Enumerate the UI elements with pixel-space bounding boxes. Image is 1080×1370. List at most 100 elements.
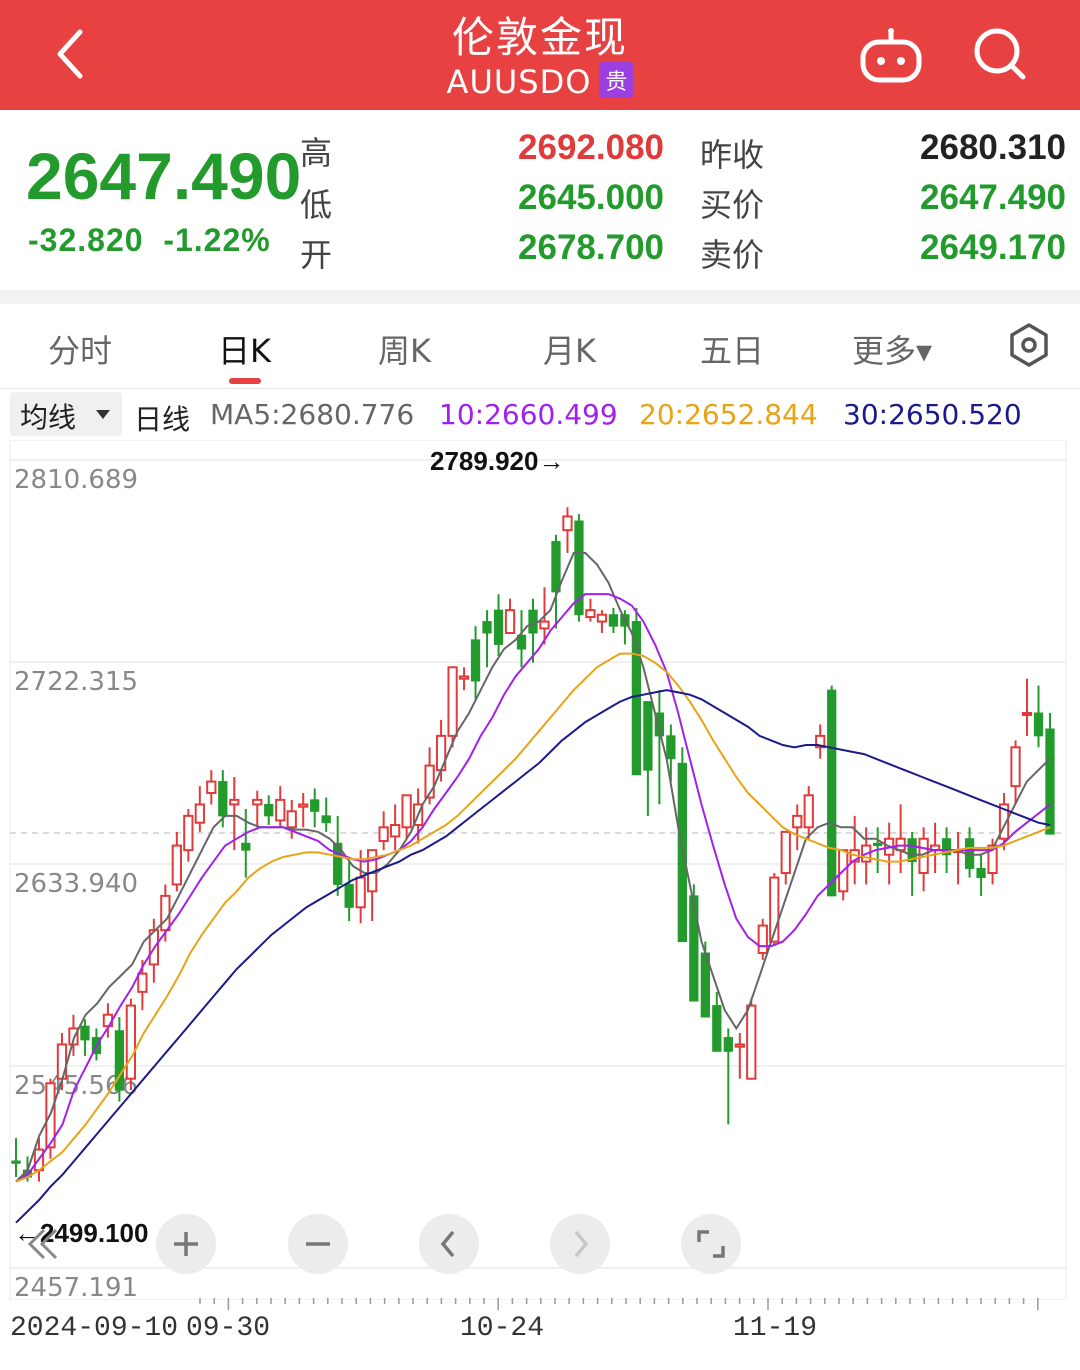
ma20-line [15, 652, 1051, 1183]
ask-value: 2649.170 [920, 228, 1066, 267]
candle-body-up [792, 814, 803, 829]
candle-body-down [470, 639, 481, 682]
plus-icon [174, 1232, 198, 1256]
candle-body-down [218, 781, 228, 817]
candle-body-up [596, 613, 608, 623]
collapse-button[interactable] [14, 1214, 74, 1274]
prev-close-value: 2680.310 [920, 128, 1066, 167]
candle-body-down [321, 815, 331, 824]
y-tick-label: 2810.689 [14, 465, 138, 495]
chevron-right-icon [574, 1230, 589, 1258]
candle-body-up [780, 830, 791, 875]
open-value: 2678.700 [518, 228, 664, 267]
candle-body-down [344, 883, 354, 908]
candle-body-up [355, 876, 366, 909]
candle-body-up [252, 798, 263, 806]
tab-five-day[interactable]: 五日 [700, 326, 764, 372]
zoom-out-button[interactable] [288, 1214, 348, 1274]
last-price: 2647.490 [26, 139, 302, 213]
candlestick-chart[interactable]: 2810.6892722.3152633.9402545.5662457.191… [0, 440, 1080, 1300]
candle-body-up [757, 924, 768, 955]
fullscreen-button[interactable] [681, 1214, 741, 1274]
candle-body-down [80, 1025, 90, 1041]
candle-body-down [608, 614, 619, 627]
section-divider [0, 290, 1080, 304]
prev-close-label: 昨收 [700, 136, 765, 174]
low-label: 低 [300, 186, 333, 224]
tab-weekly-k[interactable]: 周K [378, 326, 431, 372]
ma20-value: 20:2652.844 [639, 398, 818, 431]
bid-label: 买价 [700, 186, 765, 224]
y-tick-label: 2722.315 [14, 667, 138, 697]
settings-gear-icon[interactable] [1006, 322, 1052, 368]
price-change: -32.820 -1.22% [28, 222, 271, 259]
chevron-left-icon [440, 1230, 455, 1258]
candle-body-up [504, 609, 516, 635]
candle-body-down [310, 799, 320, 812]
change-percent: -1.22% [163, 222, 271, 258]
candle-body-up [458, 675, 470, 680]
candle-body-up [389, 824, 401, 838]
tab-monthly-k[interactable]: 月K [543, 326, 596, 372]
symbol-code: AUUSDO [446, 63, 592, 101]
high-label: 高 [300, 134, 333, 172]
pan-right-button[interactable] [550, 1214, 610, 1274]
minus-icon [306, 1242, 330, 1246]
bid-value: 2647.490 [920, 178, 1066, 217]
candle-body-up [803, 794, 814, 829]
candle-body-down [976, 867, 986, 879]
candle-body-up [401, 794, 412, 829]
candle-body-up [125, 1004, 137, 1080]
candle-body-up [160, 894, 171, 932]
candle-body-down [689, 895, 699, 1002]
candle-body-down [666, 735, 676, 760]
fullscreen-icon [697, 1230, 725, 1258]
candle-body-down [1033, 712, 1044, 737]
candle-body-up [137, 972, 148, 993]
candle-body-up [171, 844, 182, 886]
candle-body-down [264, 803, 274, 817]
candle-body-up [183, 814, 194, 852]
open-label: 开 [300, 236, 333, 274]
app-header: 伦敦金现 AUUSDO 贵 [0, 0, 1080, 110]
pan-left-button[interactable] [419, 1214, 479, 1274]
x-label-start: 2024-09-10 [10, 1313, 179, 1344]
ma10-line [15, 593, 1051, 1183]
candle-body-up [1021, 712, 1033, 717]
candle-body-down [712, 1005, 722, 1052]
tab-daily-k[interactable]: 日K [218, 326, 271, 372]
ask-label: 卖价 [700, 236, 765, 274]
ma30-line [15, 689, 1051, 1224]
candle-body-up [378, 826, 389, 843]
candle-body-down [1045, 728, 1055, 835]
candle-body-up [585, 609, 596, 619]
assistant-robot-icon[interactable] [858, 26, 924, 84]
candle-body-down [241, 842, 251, 851]
change-value: -32.820 [28, 222, 144, 258]
candle-body-up [447, 666, 458, 737]
active-tab-indicator [229, 378, 261, 384]
candle-body-up [194, 803, 205, 824]
tab-more[interactable]: 更多▾ [852, 326, 932, 372]
candle-body-down [643, 701, 653, 771]
x-label-1024: 10-24 [460, 1313, 545, 1344]
period-tabs: 分时 日K 周K 月K 五日 更多▾ [0, 304, 1080, 389]
candle-body-down [493, 609, 504, 645]
candle-body-up [1010, 746, 1021, 788]
ma30-value: 30:2650.520 [843, 398, 1022, 431]
tab-intraday[interactable]: 分时 [48, 326, 112, 372]
candle-body-down [827, 689, 837, 897]
search-icon[interactable] [970, 24, 1030, 84]
candle-body-up [734, 1043, 745, 1048]
plot-frame [9, 440, 1067, 1300]
category-badge: 贵 [599, 62, 634, 98]
ma-selector-button[interactable]: 均线 [10, 392, 122, 436]
candle-body-up [746, 1004, 757, 1080]
zoom-in-button[interactable] [156, 1214, 216, 1274]
candle-body-up [539, 620, 550, 630]
candle-body-up [206, 780, 217, 795]
double-chevron-left-icon [27, 1228, 58, 1260]
low-value: 2645.000 [518, 178, 664, 217]
candle-body-up [298, 803, 309, 808]
y-tick-label: 2633.940 [14, 869, 138, 899]
